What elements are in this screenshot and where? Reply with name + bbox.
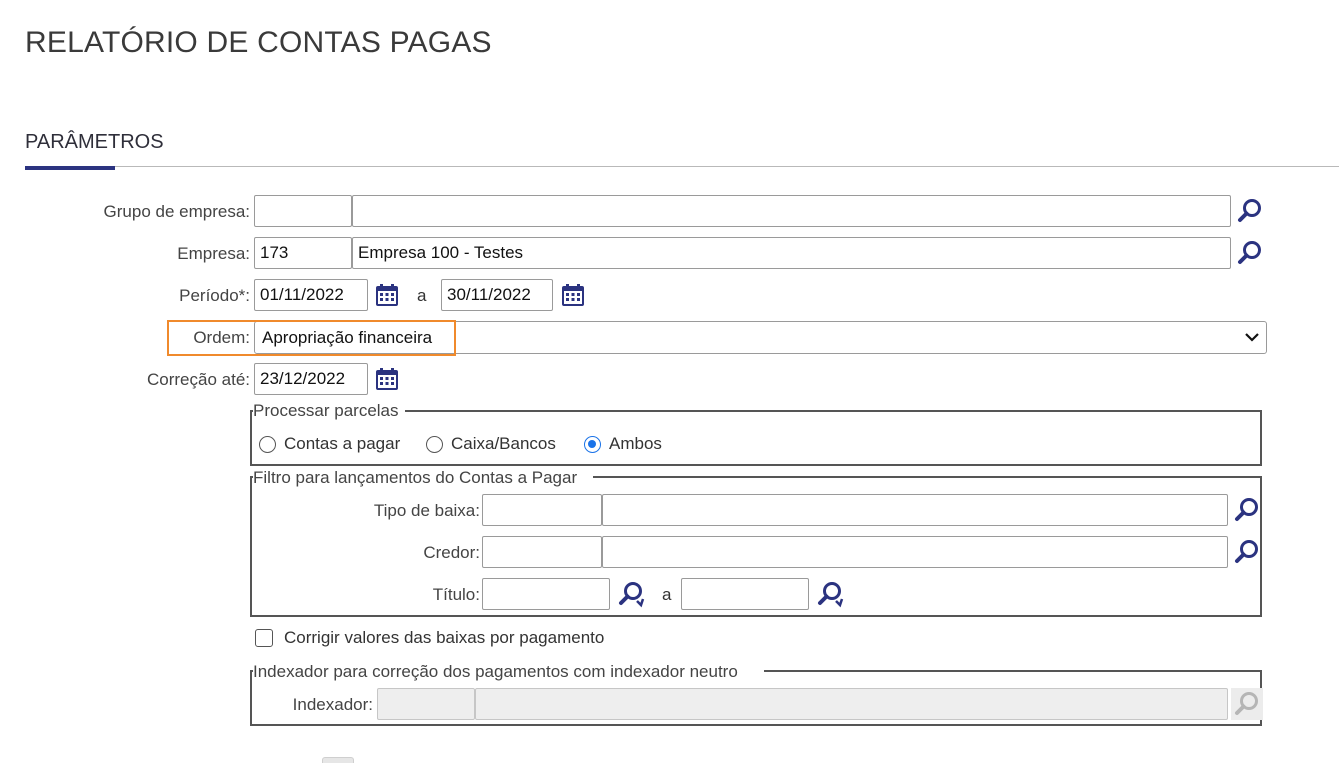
page-title: RELATÓRIO DE CONTAS PAGAS	[25, 26, 492, 59]
radio-button[interactable]	[259, 435, 276, 453]
search-icon	[1235, 540, 1258, 563]
grupo-empresa-code-input[interactable]	[254, 195, 352, 227]
indexador-search-button[interactable]	[1231, 688, 1263, 720]
tipo-baixa-label: Tipo de baixa:	[373, 501, 480, 520]
correcao-ate-calendar-button[interactable]	[373, 365, 401, 393]
indexador-description-input[interactable]	[475, 688, 1228, 720]
group-border-top	[405, 410, 1262, 412]
section-divider	[25, 166, 1339, 167]
calendar-icon	[562, 284, 584, 306]
titulo-end-search-button[interactable]	[814, 578, 846, 610]
grupo-empresa-search-button[interactable]	[1234, 195, 1266, 227]
radio-label: Contas a pagar	[284, 434, 401, 453]
partial-button-offscreen[interactable]	[322, 757, 354, 763]
titulo-label: Título:	[432, 585, 480, 604]
search-refresh-icon	[619, 582, 645, 608]
empresa-search-button[interactable]	[1234, 237, 1266, 269]
search-icon	[1238, 199, 1261, 222]
credor-description-input[interactable]	[602, 536, 1228, 568]
tipo-baixa-search-button[interactable]	[1231, 494, 1263, 526]
chevron-down-icon[interactable]	[1244, 330, 1260, 349]
credor-search-button[interactable]	[1231, 536, 1263, 568]
radio-caixa-bancos[interactable]: Caixa/Bancos	[426, 434, 556, 454]
empresa-description-input[interactable]: Empresa 100 - Testes	[352, 237, 1231, 269]
titulo-start-search-button[interactable]	[615, 578, 647, 610]
radio-button[interactable]	[426, 435, 443, 453]
periodo-start-calendar-button[interactable]	[373, 281, 401, 309]
indexador-code-input[interactable]	[377, 688, 475, 720]
empresa-code-input[interactable]: 173	[254, 237, 352, 269]
section-accent-bar	[25, 166, 115, 170]
periodo-start-input[interactable]: 01/11/2022	[254, 279, 368, 311]
ordem-highlight-box	[167, 320, 456, 356]
search-icon	[1235, 692, 1258, 715]
indexador-legend: Indexador para correção dos pagamentos c…	[253, 662, 738, 682]
periodo-separator: a	[417, 286, 427, 305]
empresa-label: Empresa:	[177, 244, 250, 263]
search-icon	[1238, 241, 1261, 264]
grupo-empresa-label: Grupo de empresa:	[103, 202, 250, 221]
corrigir-valores-label: Corrigir valores das baixas por pagament…	[284, 628, 605, 647]
group-border-top	[593, 476, 1262, 478]
radio-ambos[interactable]: Ambos	[584, 434, 662, 454]
calendar-icon	[376, 368, 398, 390]
radio-label: Ambos	[609, 434, 662, 453]
section-title: PARÂMETROS	[25, 131, 164, 153]
periodo-label: Período*:	[179, 286, 250, 305]
periodo-end-input[interactable]: 30/11/2022	[441, 279, 553, 311]
tipo-baixa-description-input[interactable]	[602, 494, 1228, 526]
correcao-ate-label: Correção até:	[147, 370, 250, 389]
radio-label: Caixa/Bancos	[451, 434, 556, 453]
corrigir-valores-checkbox[interactable]	[255, 629, 273, 647]
titulo-start-input[interactable]	[482, 578, 610, 610]
radio-button-checked[interactable]	[584, 435, 601, 453]
corrigir-valores-checkbox-row[interactable]: Corrigir valores das baixas por pagament…	[255, 628, 604, 648]
titulo-separator: a	[662, 585, 672, 604]
indexador-label: Indexador:	[292, 695, 373, 714]
radio-contas-a-pagar[interactable]: Contas a pagar	[259, 434, 400, 454]
search-refresh-icon	[818, 582, 844, 608]
processar-parcelas-legend: Processar parcelas	[253, 401, 399, 421]
credor-label: Credor:	[423, 543, 480, 562]
calendar-icon	[376, 284, 398, 306]
search-icon	[1235, 498, 1258, 521]
titulo-end-input[interactable]	[681, 578, 809, 610]
processar-parcelas-group	[250, 410, 1262, 466]
tipo-baixa-code-input[interactable]	[482, 494, 602, 526]
filtro-legend: Filtro para lançamentos do Contas a Paga…	[253, 468, 578, 488]
group-border-top	[764, 670, 1262, 672]
periodo-end-calendar-button[interactable]	[559, 281, 587, 309]
grupo-empresa-description-input[interactable]	[352, 195, 1231, 227]
credor-code-input[interactable]	[482, 536, 602, 568]
correcao-ate-input[interactable]: 23/12/2022	[254, 363, 368, 395]
